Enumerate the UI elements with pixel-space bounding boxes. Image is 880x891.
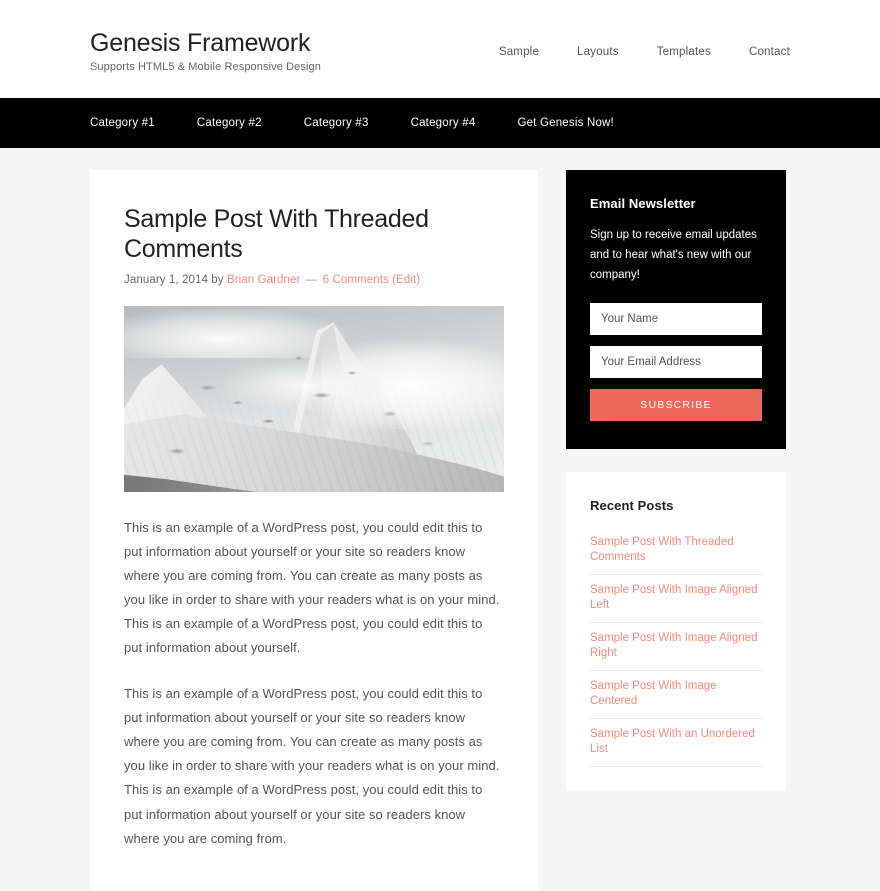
sidebar: Email Newsletter Sign up to receive emai…: [566, 170, 786, 791]
entry-meta: January 1, 2014 by Brian Gardner — 6 Com…: [124, 274, 504, 286]
site-header: Genesis Framework Supports HTML5 & Mobil…: [0, 0, 880, 98]
post-edit-link[interactable]: (Edit): [392, 274, 420, 286]
recent-post-link[interactable]: Sample Post With Image Aligned Right: [590, 623, 762, 670]
header-nav-item-templates[interactable]: Templates: [657, 46, 711, 58]
header-nav-item-sample[interactable]: Sample: [499, 46, 539, 58]
recent-post-link[interactable]: Sample Post With Image Centered: [590, 671, 762, 718]
post-paragraph: This is an example of a WordPress post, …: [124, 686, 500, 846]
newsletter-title: Email Newsletter: [590, 196, 696, 211]
post-author-link[interactable]: Brian Gardner: [227, 274, 301, 286]
primary-nav-item-category-4[interactable]: Category #4: [411, 117, 476, 129]
page-title: Sample Post With Threaded Comments: [124, 205, 429, 263]
post-paragraph: This is an example of a WordPress post, …: [124, 520, 500, 656]
site-title[interactable]: Genesis Framework: [90, 29, 321, 58]
widget-email-newsletter: Email Newsletter Sign up to receive emai…: [566, 170, 786, 450]
post-date: January 1, 2014: [124, 274, 208, 286]
recent-post-link[interactable]: Sample Post With Threaded Comments: [590, 527, 762, 574]
post-featured-image: [124, 306, 504, 492]
primary-nav-item-category-1[interactable]: Category #1: [90, 117, 155, 129]
list-item: Sample Post With Threaded Comments: [590, 527, 762, 576]
newsletter-description: Sign up to receive email updates and to …: [590, 229, 757, 282]
mountain-rock-outcrops: [124, 306, 504, 492]
site-inner: Sample Post With Threaded Comments Janua…: [90, 148, 790, 891]
recent-posts-title: Recent Posts: [590, 498, 674, 514]
newsletter-subscribe-button[interactable]: SUBSCRIBE: [590, 389, 762, 422]
meta-separator: —: [305, 274, 318, 286]
recent-post-link[interactable]: Sample Post With an Unordered List: [590, 719, 762, 766]
post-article: Sample Post With Threaded Comments Janua…: [124, 204, 504, 851]
header-nav-item-layouts[interactable]: Layouts: [577, 46, 619, 58]
recent-post-link[interactable]: Sample Post With Image Aligned Left: [590, 575, 762, 622]
primary-nav-item-category-3[interactable]: Category #3: [304, 117, 369, 129]
site-description: Supports HTML5 & Mobile Responsive Desig…: [90, 61, 321, 74]
recent-posts-list: Sample Post With Threaded Comments Sampl…: [590, 527, 762, 767]
primary-navigation-inner: Category #1 Category #2 Category #3 Cate…: [90, 98, 790, 148]
primary-nav-item-category-2[interactable]: Category #2: [197, 117, 262, 129]
header-navigation: Sample Layouts Templates Contact: [499, 44, 790, 58]
list-item: Sample Post With Image Aligned Left: [590, 575, 762, 624]
widget-recent-posts: Recent Posts Sample Post With Threaded C…: [566, 472, 786, 791]
primary-navigation: Category #1 Category #2 Category #3 Cate…: [0, 98, 880, 148]
list-item: Sample Post With Image Aligned Right: [590, 623, 762, 671]
entry-content: This is an example of a WordPress post, …: [124, 516, 504, 851]
list-item: Sample Post With Image Centered: [590, 671, 762, 719]
post-comments-link[interactable]: 6 Comments: [323, 274, 389, 286]
header-nav-item-contact[interactable]: Contact: [749, 46, 790, 58]
header-inner: Genesis Framework Supports HTML5 & Mobil…: [90, 0, 790, 98]
main-content: Sample Post With Threaded Comments Janua…: [90, 170, 538, 891]
newsletter-name-input[interactable]: [590, 303, 762, 336]
primary-nav-item-get-genesis-now[interactable]: Get Genesis Now!: [517, 117, 614, 129]
site-branding[interactable]: Genesis Framework Supports HTML5 & Mobil…: [90, 29, 321, 74]
newsletter-email-input[interactable]: [590, 346, 762, 379]
list-item: Sample Post With an Unordered List: [590, 719, 762, 767]
post-by-label: by: [211, 274, 224, 286]
